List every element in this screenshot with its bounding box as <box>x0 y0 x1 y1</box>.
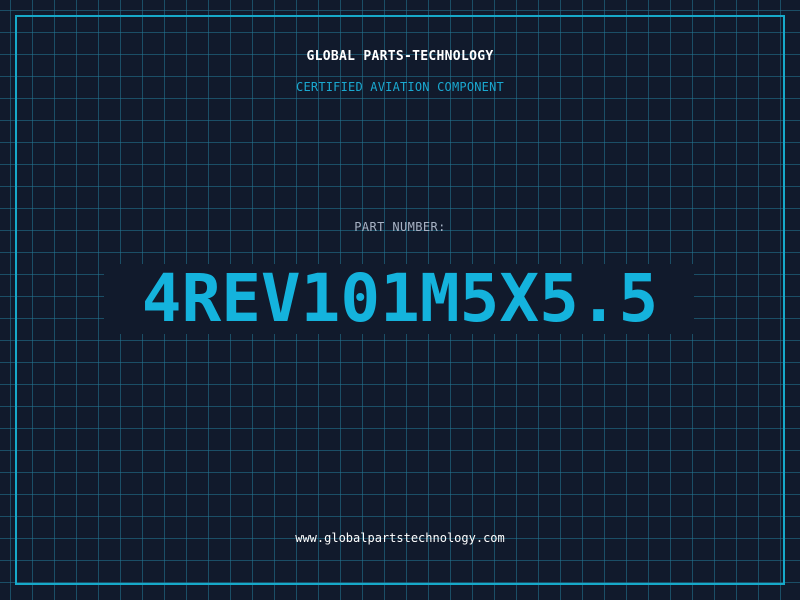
part-number-label: PART NUMBER: <box>354 220 446 234</box>
website-url: www.globalpartstechnology.com <box>295 531 505 545</box>
label-canvas: GLOBAL PARTS-TECHNOLOGY CERTIFIED AVIATI… <box>0 0 800 600</box>
certification-tagline: CERTIFIED AVIATION COMPONENT <box>296 80 504 94</box>
company-name: GLOBAL PARTS-TECHNOLOGY <box>306 49 494 64</box>
part-number-value: 4REV101M5X5.5 <box>141 260 659 337</box>
